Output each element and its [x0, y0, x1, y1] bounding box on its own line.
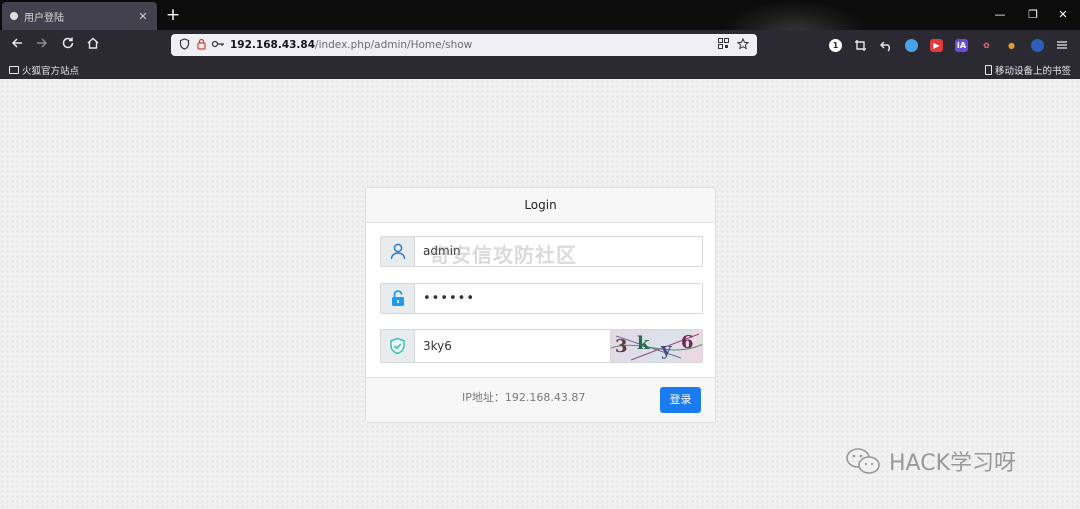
- bookmark-label: 火狐官方站点: [22, 66, 80, 77]
- crop-icon[interactable]: [854, 39, 867, 52]
- login-footer: IP地址：192.168.43.87 登录: [366, 377, 715, 422]
- new-tab-button[interactable]: +: [164, 5, 182, 25]
- extension-1-icon[interactable]: 1: [829, 39, 842, 52]
- restore-button[interactable]: ❐: [1016, 0, 1050, 30]
- menu-icon[interactable]: [1055, 39, 1068, 52]
- wechat-icon: [845, 447, 881, 475]
- bookmark-firefox-official[interactable]: 火狐官方站点: [9, 63, 79, 77]
- captcha-field[interactable]: 3 k y 6: [380, 329, 703, 363]
- ia-extension-icon[interactable]: IA: [955, 39, 968, 52]
- watermark-center: 奇安信攻防社区: [430, 243, 577, 267]
- captcha-input[interactable]: [415, 330, 610, 362]
- key-icon[interactable]: [211, 39, 225, 52]
- bookmark-mobile-label: 移动设备上的书签: [994, 66, 1071, 77]
- ip-address-label: IP地址：192.168.43.87: [462, 391, 586, 404]
- video-extension-icon[interactable]: ▶: [930, 39, 943, 52]
- login-card: Login ••••••: [365, 187, 716, 423]
- cookie-extension-icon[interactable]: ●: [1005, 39, 1018, 52]
- circle-extension-icon[interactable]: [905, 39, 918, 52]
- folder-icon: [9, 66, 19, 74]
- captcha-char: k: [637, 333, 650, 354]
- reload-icon[interactable]: [59, 36, 77, 54]
- url-bar[interactable]: 192.168.43.84/index.php/admin/Home/show: [171, 34, 757, 56]
- watermark-corner: HACK学习呀: [845, 445, 1016, 477]
- bookmark-star-icon[interactable]: [735, 37, 751, 53]
- insecure-lock-icon[interactable]: [194, 38, 208, 53]
- phone-icon: [984, 65, 992, 75]
- login-title: Login: [366, 188, 715, 223]
- tab-login[interactable]: 用户登陆 ✕: [2, 2, 157, 30]
- url-text[interactable]: 192.168.43.84/index.php/admin/Home/show: [230, 39, 711, 51]
- captcha-char: 3: [615, 336, 628, 357]
- forward-icon[interactable]: [33, 36, 51, 54]
- password-input[interactable]: ••••••: [415, 284, 702, 313]
- bookmarks-bar: 火狐官方站点 移动设备上的书签: [0, 60, 1080, 79]
- user-icon: [381, 237, 415, 266]
- minimize-button[interactable]: —: [983, 0, 1017, 30]
- password-field[interactable]: ••••••: [380, 283, 703, 314]
- shield-icon[interactable]: [177, 37, 191, 53]
- verify-shield-icon: [381, 330, 415, 362]
- home-icon[interactable]: [84, 36, 102, 54]
- url-path: /index.php/admin/Home/show: [315, 39, 473, 51]
- theme-background: [720, 0, 870, 30]
- captcha-image[interactable]: 3 k y 6: [610, 330, 702, 362]
- captcha-char: y: [661, 339, 672, 360]
- bookmark-mobile[interactable]: 移动设备上的书签: [984, 63, 1071, 77]
- navigation-bar: 192.168.43.84/index.php/admin/Home/show …: [0, 30, 1080, 60]
- tab-title: 用户登陆: [24, 12, 64, 24]
- favicon-icon: [10, 12, 18, 20]
- captcha-char: 6: [681, 332, 694, 353]
- qr-code-icon[interactable]: [715, 38, 731, 52]
- watermark-corner-text: HACK学习呀: [889, 451, 1016, 476]
- paw-extension-icon[interactable]: ✿: [980, 39, 993, 52]
- url-host: 192.168.43.84: [230, 39, 316, 51]
- unlock-icon: [381, 284, 415, 313]
- tab-close-icon[interactable]: ✕: [137, 10, 149, 23]
- login-button[interactable]: 登录: [660, 387, 701, 413]
- page-content: Login ••••••: [0, 79, 1080, 509]
- title-bar: 用户登陆 ✕ + — ❐ ✕: [0, 0, 1080, 30]
- back-icon[interactable]: [8, 36, 26, 54]
- close-window-button[interactable]: ✕: [1046, 0, 1080, 30]
- undo-icon[interactable]: [880, 39, 893, 52]
- globe-extension-icon[interactable]: [1031, 39, 1044, 52]
